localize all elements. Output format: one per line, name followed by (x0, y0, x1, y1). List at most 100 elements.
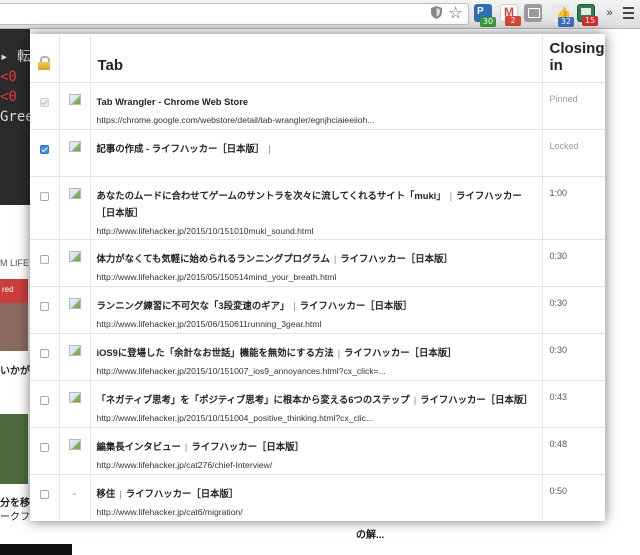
lock-checkbox-cell (30, 333, 60, 381)
tab-site-name: ライフハッカー［日本版］ (340, 252, 453, 264)
favicon-cell (59, 239, 91, 287)
window-icon[interactable] (524, 4, 542, 22)
lock-icon (38, 55, 51, 70)
tab-cell[interactable]: 移住 | ライフハッカー［日本版］ http://www.lifehacker.jp/… (90, 474, 543, 521)
bg-line: <0 (0, 69, 17, 85)
closing-header-line2: in (549, 56, 563, 74)
lock-checkbox[interactable] (39, 348, 49, 358)
tab-url: https://chrome.google.com/webstore/detai… (96, 114, 375, 125)
favicon-cell (59, 129, 91, 177)
feedly-icon[interactable]: 👍 32 (552, 4, 574, 27)
tab-title[interactable]: あなたのムードに合わせてゲームのサントラを次々に流してくれるサイト「muki」 |… (97, 187, 536, 221)
tab-title[interactable]: 記事の作成 - ライフハッカー［日本版］ | (97, 140, 536, 157)
tab-row[interactable]: ランニング練習に不可欠な「3段変速のギア」 | ライフハッカー［日本版］ http:/… (30, 286, 605, 334)
tab-row[interactable]: iOS9に登場した「余計なお世話」機能を無効にする方法 | ライフハッカー［日本版］… (30, 333, 605, 381)
pushbullet-badge: 30 (480, 17, 496, 27)
gmail-icon[interactable]: M 2 (500, 4, 521, 26)
lock-checkbox[interactable] (39, 301, 49, 311)
lock-checkbox-cell (30, 286, 60, 334)
tab-title[interactable]: 移住 | ライフハッカー［日本版］ (97, 485, 536, 502)
extensions-overflow-icon[interactable]: » (601, 5, 618, 22)
tab-cell[interactable]: ランニング練習に不可欠な「3段変速のギア」 | ライフハッカー［日本版］ http:/… (90, 286, 543, 334)
bg-photo (0, 303, 28, 351)
tab-cell[interactable]: 編集長インタビュー | ライフハッカー［日本版］ http://www.lifehac… (90, 427, 543, 475)
tab-row[interactable]: 編集長インタビュー | ライフハッカー［日本版］ http://www.lifehac… (30, 427, 605, 475)
closing-in-value: 1:00 (542, 176, 605, 240)
title-separator: | (337, 346, 341, 358)
closing-in-value: 0:50 (542, 474, 605, 521)
tab-wrangler-icon[interactable]: 15 (577, 4, 598, 26)
lock-column-header (30, 34, 60, 83)
favicon-cell: - (59, 474, 91, 521)
tab-title[interactable]: iOS9に登場した「余計なお世話」機能を無効にする方法 | ライフハッカー［日本版］ (97, 344, 536, 361)
closing-in-value: 0:30 (542, 239, 605, 287)
tab-cell[interactable]: 記事の作成 - ライフハッカー［日本版］ | (90, 129, 543, 177)
tab-site-name: ライフハッカー［日本版］ (191, 440, 304, 452)
pushbullet-icon[interactable]: P 30 (474, 4, 496, 27)
title-separator: | (413, 393, 417, 405)
tab-cell[interactable]: iOS9に登場した「余計なお世話」機能を無効にする方法 | ライフハッカー［日本版］… (90, 333, 543, 381)
lock-checkbox-cell (30, 380, 60, 428)
tab-title[interactable]: 体力がなくても気軽に始められるランニングプログラム | ライフハッカー［日本版］ (97, 250, 536, 267)
closing-column-header: Closing in (542, 34, 605, 83)
tab-title-text: 体力がなくても気軽に始められるランニングプログラム (96, 252, 330, 264)
tab-cell[interactable]: 体力がなくても気軽に始められるランニングプログラム | ライフハッカー［日本版］ ht… (90, 239, 543, 287)
tab-wrangler-badge: 15 (582, 16, 598, 26)
bg-photo (0, 414, 28, 484)
bg-side-text: red (2, 285, 14, 294)
tab-row[interactable]: 体力がなくても気軽に始められるランニングプログラム | ライフハッカー［日本版］ ht… (30, 239, 605, 287)
lock-checkbox-cell (30, 474, 60, 521)
tab-row[interactable]: Tab Wrangler - Chrome Web Store https://c… (30, 82, 605, 130)
lock-checkbox-cell (30, 129, 60, 177)
omnibox[interactable] (0, 3, 469, 25)
lock-checkbox[interactable] (39, 395, 49, 405)
tab-title[interactable]: 「ネガティブ思考」を「ポジティブ思考」に根本から変える6つのステップ | ライフハッ… (97, 391, 536, 408)
tab-title[interactable]: 編集長インタビュー | ライフハッカー［日本版］ (97, 438, 536, 455)
tab-row[interactable]: - 移住 | ライフハッカー［日本版］ http://www.lifehacker.jp… (30, 474, 605, 521)
tab-title[interactable]: Tab Wrangler - Chrome Web Store (97, 93, 536, 110)
closing-in-value: 0:48 (542, 427, 605, 475)
tab-title[interactable]: ランニング練習に不可欠な「3段変速のギア」 | ライフハッカー［日本版］ (97, 297, 536, 314)
closing-in-value: Locked (542, 129, 605, 177)
shield-icon[interactable] (428, 5, 445, 22)
favicon-icon (68, 187, 81, 199)
tab-url: http://www.lifehacker.jp/2015/10/151004_… (96, 412, 374, 423)
tab-cell[interactable]: Tab Wrangler - Chrome Web Store https://c… (90, 82, 543, 130)
favicon-cell (59, 380, 91, 428)
lock-checkbox[interactable] (39, 489, 49, 499)
tab-column-header: Tab (90, 34, 543, 83)
bookmark-star-icon[interactable]: ☆ (447, 5, 464, 22)
bg-side-text: 分を移 (0, 498, 30, 509)
lock-checkbox[interactable] (39, 442, 49, 452)
bg-line: <0 (0, 89, 17, 105)
favicon-icon (68, 344, 81, 356)
tab-cell[interactable]: 「ネガティブ思考」を「ポジティブ思考」に根本から変える6つのステップ | ライフハッ… (90, 380, 543, 428)
title-separator: | (184, 440, 188, 452)
bg-line: ▸ 転 (0, 49, 30, 65)
chrome-menu-icon[interactable] (623, 7, 634, 22)
tab-url: http://www.lifehacker.jp/2015/06/150611r… (96, 318, 322, 329)
tab-row[interactable]: 「ネガティブ思考」を「ポジティブ思考」に根本から変える6つのステップ | ライフハッ… (30, 380, 605, 428)
favicon-cell (59, 427, 91, 475)
favicon-cell (59, 333, 91, 381)
lock-checkbox[interactable] (39, 144, 49, 154)
tab-row[interactable]: 記事の作成 - ライフハッカー［日本版］ | Locked (30, 129, 605, 177)
closing-in-value: Pinned (542, 82, 605, 130)
closing-in-value: 0:30 (542, 333, 605, 381)
favicon-cell (59, 286, 91, 334)
lock-checkbox (39, 97, 49, 107)
tab-title-text: Tab Wrangler - Chrome Web Store (96, 95, 249, 107)
tab-url: http://www.lifehacker.jp/cat276/chief-In… (96, 459, 273, 470)
tab-row[interactable]: あなたのムードに合わせてゲームのサントラを次々に流してくれるサイト「muki」 |… (30, 176, 605, 240)
tab-title-text: 編集長インタビュー (96, 440, 181, 452)
favicon-icon (68, 93, 81, 105)
tab-cell[interactable]: あなたのムードに合わせてゲームのサントラを次々に流してくれるサイト「muki」 |… (90, 176, 543, 240)
bg-bottom-bar (0, 544, 72, 555)
bg-side-text: いかが (0, 366, 30, 377)
feedly-badge: 32 (558, 17, 574, 27)
tab-site-name: ライフハッカー［日本版］ (299, 299, 413, 311)
bg-line: Gree (0, 109, 30, 125)
tab-title-text: 移住 (96, 487, 116, 499)
lock-checkbox[interactable] (39, 191, 49, 201)
lock-checkbox[interactable] (39, 254, 49, 264)
